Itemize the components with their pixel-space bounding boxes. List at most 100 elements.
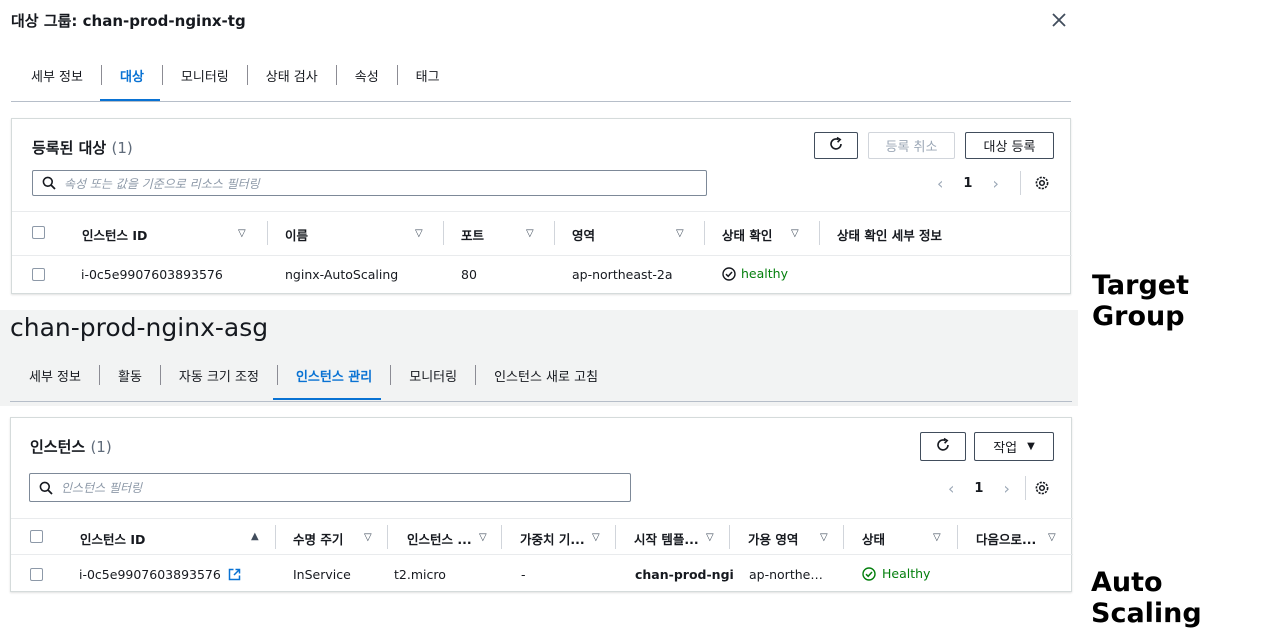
tg-row-health: healthy [722, 266, 788, 281]
asg-col-instance-id[interactable]: 인스턴스 ID [80, 529, 145, 548]
tg-panel-title: 등록된 대상 (1) [32, 137, 133, 158]
external-link-icon[interactable] [228, 568, 241, 581]
tab-details[interactable]: 세부 정보 [11, 365, 99, 385]
auto-scaling-label: Auto Scaling [1091, 567, 1202, 629]
target-group-label: Target Group [1092, 270, 1190, 332]
close-icon[interactable] [1049, 10, 1069, 30]
asg-pager-divider [1025, 476, 1026, 500]
chevron-right-icon[interactable]: › [992, 174, 998, 193]
register-targets-button[interactable]: 대상 등록 [965, 132, 1054, 159]
tg-page-number[interactable]: 1 [963, 176, 972, 191]
tg-col-port[interactable]: 포트 [461, 225, 484, 244]
asg-col-next[interactable]: 다음으로... [976, 529, 1036, 548]
tg-col-sep-2 [443, 221, 444, 245]
tab-targets[interactable]: 대상 [100, 65, 162, 85]
tg-col-health[interactable]: 상태 확인 [722, 225, 772, 244]
sort-down-icon[interactable]: ▽ [676, 228, 684, 239]
asg-tabs-divider [10, 401, 1072, 402]
sort-down-icon[interactable]: ▽ [415, 228, 423, 239]
sort-down-icon[interactable]: ▽ [526, 228, 534, 239]
asg-search-input[interactable]: 인스턴스 필터링 [29, 473, 631, 502]
refresh-icon [828, 136, 844, 156]
tab-health-checks[interactable]: 상태 검사 [246, 65, 336, 85]
tg-panel-count: (1) [111, 139, 133, 157]
asg-header-bottom-border [11, 554, 1073, 555]
tab-instance-refresh[interactable]: 인스턴스 새로 고침 [475, 365, 616, 385]
settings-gear-icon[interactable] [1034, 175, 1050, 195]
tab-tags[interactable]: 태그 [396, 65, 458, 85]
asg-instances-panel: 인스턴스 (1) 작업 ▼ 인스턴스 필터링 ‹ 1 › 인스턴스 ID ▲ 수… [10, 417, 1073, 592]
refresh-button[interactable] [920, 432, 966, 461]
asg-col-launch-template[interactable]: 시작 템플... [634, 529, 699, 548]
sort-down-icon[interactable]: ▽ [479, 532, 487, 543]
deregister-button[interactable]: 등록 취소 [868, 132, 955, 159]
tab-automatic-scaling[interactable]: 자동 크기 조정 [159, 365, 277, 385]
sort-down-icon[interactable]: ▽ [791, 228, 799, 239]
tg-col-name[interactable]: 이름 [285, 225, 308, 244]
asg-row-instance-id-link[interactable]: i-0c5e9907603893576 [79, 567, 241, 582]
actions-dropdown-button[interactable]: 작업 ▼ [974, 432, 1054, 461]
tab-attributes[interactable]: 속성 [335, 65, 397, 85]
asg-select-all-checkbox[interactable] [30, 530, 43, 543]
sort-down-icon[interactable]: ▽ [820, 532, 828, 543]
check-circle-icon [722, 266, 736, 281]
asg-row-health: Healthy [862, 566, 930, 581]
actions-label: 작업 [993, 441, 1018, 456]
check-circle-icon [862, 566, 876, 581]
tg-col-instance-id[interactable]: 인스턴스 ID [82, 225, 147, 244]
chevron-right-icon[interactable]: › [1003, 479, 1009, 498]
asg-row-lifecycle: InService [293, 567, 351, 582]
asg-row-availability-zone: ap-northe… [749, 567, 823, 582]
asg-col-lifecycle[interactable]: 수명 주기 [293, 529, 343, 548]
tg-select-all-checkbox[interactable] [32, 226, 45, 239]
tg-search-input[interactable]: 속성 또는 값을 기준으로 리소스 필터링 [32, 170, 707, 196]
tg-col-sep-5 [819, 221, 820, 245]
tg-title: 대상 그룹: chan-prod-nginx-tg [11, 12, 246, 30]
asg-panel-title: 인스턴스 (1) [30, 436, 112, 457]
tab-monitoring[interactable]: 모니터링 [161, 65, 247, 85]
asg-row-launch-template-link[interactable]: chan-prod-ngin [635, 567, 733, 582]
tg-header-bottom-border [12, 255, 1072, 256]
refresh-button[interactable] [814, 132, 858, 159]
asg-row-instance-type: t2.micro [394, 567, 446, 582]
sort-up-filled-icon[interactable]: ▲ [251, 531, 259, 542]
asg-panel-count: (1) [90, 438, 112, 456]
sort-down-icon[interactable]: ▽ [706, 532, 714, 543]
tg-search-placeholder: 속성 또는 값을 기준으로 리소스 필터링 [64, 176, 260, 191]
asg-col-sep-4 [615, 525, 616, 549]
asg-col-sep-1 [275, 525, 276, 549]
tab-monitoring[interactable]: 모니터링 [390, 365, 475, 385]
asg-col-instance-type[interactable]: 인스턴스 ... [407, 529, 472, 548]
tg-row-instance-id-link[interactable]: i-0c5e9907603893576 [81, 267, 223, 282]
tg-pager-divider [1020, 171, 1021, 195]
tg-row-zone: ap-northeast-2a [572, 267, 673, 282]
asg-row-health-text: Healthy [882, 566, 931, 581]
asg-panel-title-text: 인스턴스 [30, 438, 86, 456]
tab-details[interactable]: 세부 정보 [13, 65, 101, 85]
asg-page-number[interactable]: 1 [974, 481, 983, 496]
tab-instance-management[interactable]: 인스턴스 관리 [276, 365, 390, 385]
sort-down-icon[interactable]: ▽ [364, 532, 372, 543]
sort-down-icon[interactable]: ▽ [238, 228, 246, 239]
asg-row-checkbox[interactable] [30, 568, 43, 581]
sort-down-icon[interactable]: ▽ [1048, 532, 1056, 543]
asg-col-weight[interactable]: 가중치 기... [520, 529, 585, 548]
asg-col-health-status[interactable]: 상태 [862, 529, 885, 548]
tg-row-checkbox[interactable] [32, 268, 45, 281]
tg-col-sep-1 [267, 221, 268, 245]
chevron-left-icon[interactable]: ‹ [937, 174, 943, 193]
tg-col-health-details[interactable]: 상태 확인 세부 정보 [837, 225, 942, 244]
settings-gear-icon[interactable] [1034, 480, 1050, 500]
asg-col-availability-zone[interactable]: 가용 영역 [748, 529, 798, 548]
asg-col-sep-6 [843, 525, 844, 549]
tg-registered-targets-panel: 등록된 대상 (1) 등록 취소 대상 등록 속성 또는 값을 기준으로 리소스… [11, 118, 1072, 294]
tab-activity[interactable]: 활동 [98, 365, 160, 385]
sort-down-icon[interactable]: ▽ [592, 532, 600, 543]
tg-row-port: 80 [461, 267, 477, 282]
sort-down-icon[interactable]: ▽ [933, 532, 941, 543]
tg-col-sep-3 [554, 221, 555, 245]
asg-col-sep-2 [387, 525, 388, 549]
asg-table-top-border [11, 518, 1073, 519]
chevron-left-icon[interactable]: ‹ [948, 479, 954, 498]
tg-col-zone[interactable]: 영역 [572, 225, 595, 244]
